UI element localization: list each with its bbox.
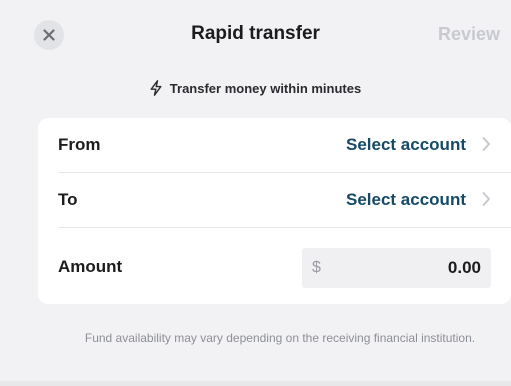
amount-label: Amount — [58, 257, 123, 276]
review-button[interactable]: Review — [438, 24, 500, 45]
amount-input[interactable]: $ 0.00 — [302, 248, 491, 288]
fund-availability-note: Fund availability may vary depending on … — [84, 331, 476, 345]
chevron-right-icon — [482, 192, 490, 206]
to-row[interactable]: To Select account — [38, 173, 511, 227]
page-title: Rapid transfer — [191, 23, 320, 44]
chevron-right-icon — [482, 137, 490, 151]
from-account-selector[interactable]: Select account — [346, 135, 466, 155]
from-row[interactable]: From Select account — [38, 118, 511, 172]
amount-row: Amount $ 0.00 — [38, 238, 511, 296]
to-label: To — [58, 190, 78, 209]
header-bar: Rapid transfer Review — [0, 0, 511, 66]
from-label: From — [58, 135, 101, 154]
divider — [58, 227, 511, 228]
subtitle-text: Transfer money within minutes — [169, 80, 362, 96]
amount-value: 0.00 — [447, 258, 481, 277]
currency-symbol: $ — [312, 259, 321, 276]
lightning-bolt-icon — [150, 80, 162, 96]
bottom-rule — [0, 381, 511, 386]
to-account-selector[interactable]: Select account — [346, 190, 466, 210]
transfer-form-card: From Select account To Select account Am… — [38, 118, 511, 304]
transfer-subtitle: Transfer money within minutes — [0, 80, 511, 96]
